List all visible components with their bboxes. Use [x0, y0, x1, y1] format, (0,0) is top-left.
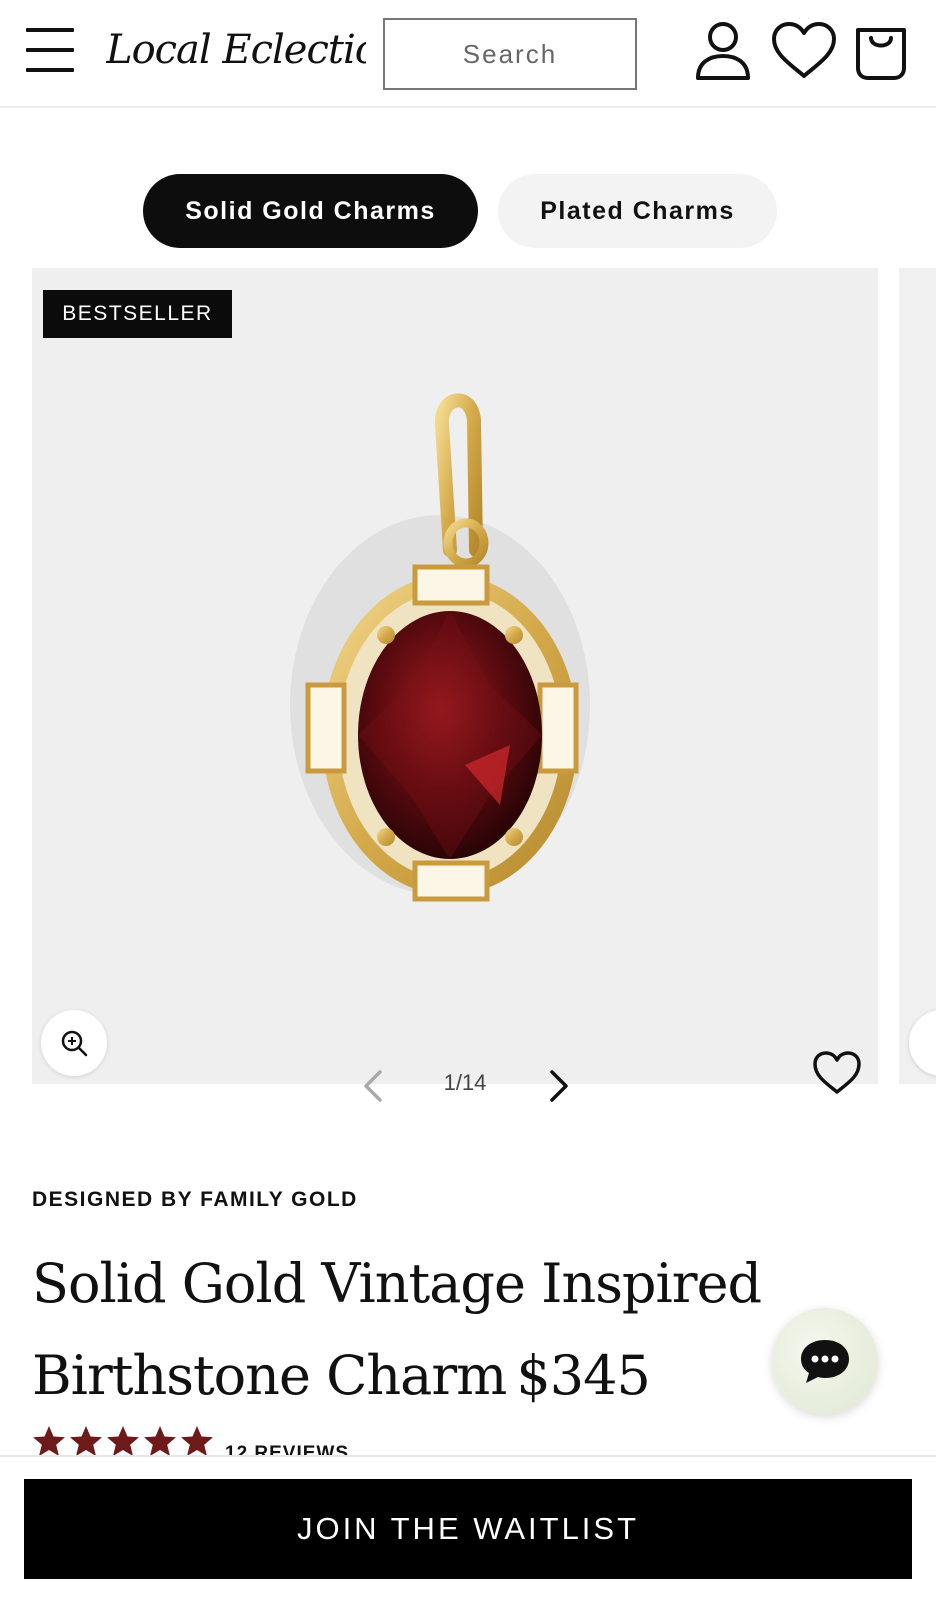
star-icon — [144, 1426, 176, 1456]
site-logo[interactable]: Local Eclectic — [106, 22, 366, 78]
designer-label[interactable]: DESIGNED BY FAMILY GOLD — [32, 1188, 358, 1212]
star-icon — [33, 1426, 65, 1456]
menu-line — [26, 28, 74, 32]
star-rating[interactable]: 12 REVIEWS — [32, 1425, 349, 1457]
site-header: Local Eclectic — [0, 0, 936, 108]
next-product-image-peek[interactable] — [899, 268, 936, 1084]
product-title: Solid Gold Vintage Inspired Birthstone C… — [32, 1238, 792, 1422]
product-name: Solid Gold Vintage Inspired Birthstone C… — [32, 1252, 762, 1407]
shopping-bag-icon[interactable] — [852, 20, 910, 82]
chat-button[interactable] — [772, 1308, 878, 1414]
sticky-cta-bar: JOIN THE WAITLIST — [0, 1455, 936, 1600]
product-price: $345 — [516, 1344, 650, 1407]
heart-icon[interactable] — [770, 20, 838, 82]
zoom-in-icon — [61, 1030, 88, 1057]
zoom-button[interactable] — [41, 1010, 107, 1076]
join-waitlist-button[interactable]: JOIN THE WAITLIST — [24, 1479, 912, 1579]
star-icon — [70, 1426, 102, 1456]
user-icon[interactable] — [694, 20, 752, 82]
garnet-pendant-illustration — [290, 393, 590, 902]
chat-bubble-icon — [801, 1340, 849, 1383]
image-counter: 1/14 — [443, 1070, 487, 1095]
chevron-right-icon[interactable] — [544, 1066, 574, 1106]
tab-solid-gold-charms[interactable]: Solid Gold Charms — [143, 174, 478, 248]
chevron-left-icon[interactable] — [358, 1066, 388, 1106]
star-icon — [181, 1426, 213, 1456]
menu-line — [26, 48, 74, 52]
menu-icon[interactable] — [26, 28, 76, 74]
zoom-button-peek — [909, 1010, 936, 1076]
menu-line — [26, 68, 74, 72]
heart-outline-icon[interactable] — [812, 1050, 862, 1096]
bestseller-badge: BESTSELLER — [43, 290, 232, 338]
tab-plated-charms[interactable]: Plated Charms — [498, 174, 777, 248]
star-icon — [107, 1426, 139, 1456]
search-field[interactable] — [383, 18, 637, 90]
search-input[interactable] — [385, 20, 635, 88]
